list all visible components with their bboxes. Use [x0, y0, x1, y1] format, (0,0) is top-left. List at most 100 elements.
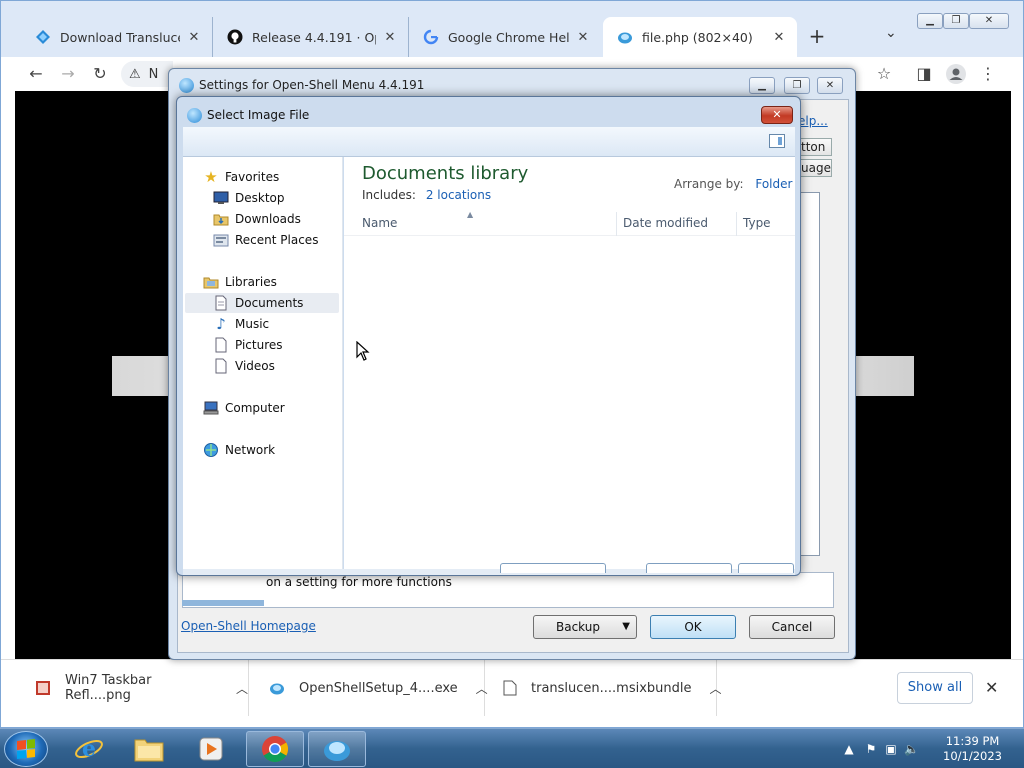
- arrange-dropdown[interactable]: Folder: [755, 177, 792, 191]
- minimize-button[interactable]: ▁: [749, 77, 775, 94]
- cancel-dialog-button[interactable]: [738, 563, 794, 573]
- nav-downloads[interactable]: Downloads: [213, 209, 301, 229]
- openshell-icon: [187, 108, 202, 123]
- minimize-button[interactable]: ▁: [917, 13, 943, 29]
- tab-label: file.php (802×40): [642, 29, 753, 45]
- help-link[interactable]: elp...: [798, 114, 828, 128]
- taskbar-media-player[interactable]: [182, 731, 240, 767]
- tab-github-release[interactable]: Release 4.4.191 · Open-Shell ✕: [213, 17, 409, 57]
- tab-chrome-help[interactable]: Google Chrome Help ✕: [409, 17, 601, 57]
- nav-network[interactable]: Network: [203, 440, 275, 460]
- omnibox-text: N: [148, 66, 159, 82]
- desktop-icon: [213, 190, 229, 206]
- sort-caret-icon: ▲: [467, 210, 474, 219]
- action-center-flag-icon[interactable]: ⚑: [864, 742, 878, 756]
- maximize-button[interactable]: ❐: [784, 77, 810, 94]
- nav-documents[interactable]: Documents: [185, 293, 339, 313]
- network-tray-icon[interactable]: ▣: [884, 742, 898, 756]
- svg-text:e: e: [82, 736, 96, 762]
- command-bar: [183, 127, 795, 157]
- button-tab[interactable]: tton: [796, 138, 832, 156]
- ok-button[interactable]: OK: [650, 615, 736, 639]
- close-icon[interactable]: ✕: [186, 30, 202, 45]
- close-window-button[interactable]: ✕: [969, 13, 1009, 29]
- menu-kebab-icon[interactable]: ⋮: [977, 63, 999, 85]
- column-type[interactable]: Type: [743, 216, 771, 230]
- column-divider[interactable]: [616, 212, 617, 236]
- close-button[interactable]: ✕: [817, 77, 843, 94]
- folder-icon: [134, 739, 164, 762]
- locations-link[interactable]: 2 locations: [426, 188, 491, 202]
- preview-pane-icon[interactable]: [769, 134, 785, 148]
- media-player-icon: [199, 737, 223, 761]
- google-icon: [423, 29, 439, 45]
- tab-translucenttb[interactable]: Download TranslucentTB ✕: [21, 17, 213, 57]
- system-tray: ▲ ⚑ ▣ 🔈 11:39 PM 10/1/2023: [834, 729, 1024, 768]
- cancel-button[interactable]: Cancel: [749, 615, 835, 639]
- column-date-modified[interactable]: Date modified: [623, 216, 708, 230]
- taskbar-internet-explorer[interactable]: e: [60, 731, 118, 767]
- tab-file-php[interactable]: file.php (802×40) ✕: [603, 17, 797, 57]
- github-icon: [227, 29, 243, 45]
- hint-text: on a setting for more functions: [266, 575, 452, 589]
- nav-music[interactable]: ♪ Music: [213, 314, 269, 334]
- nav-favorites[interactable]: ★ Favorites: [203, 167, 279, 187]
- new-tab-button[interactable]: +: [805, 25, 829, 49]
- start-button[interactable]: [4, 731, 48, 767]
- pictures-icon: [213, 337, 229, 353]
- library-title: Documents library: [362, 163, 529, 184]
- openshell-icon: [617, 29, 633, 45]
- taskbar-explorer[interactable]: [120, 731, 178, 767]
- clock[interactable]: 11:39 PM 10/1/2023: [943, 734, 1002, 764]
- nav-desktop[interactable]: Desktop: [213, 188, 285, 208]
- close-icon[interactable]: ✕: [575, 30, 591, 45]
- forward-arrow-icon[interactable]: →: [57, 63, 79, 85]
- file-type-dropdown[interactable]: [500, 563, 606, 573]
- nav-computer[interactable]: Computer: [203, 398, 285, 418]
- tab-label: Download TranslucentTB: [60, 29, 180, 45]
- image-file-icon: [35, 680, 51, 696]
- nav-label: Network: [225, 443, 276, 457]
- nav-pictures[interactable]: Pictures: [213, 335, 283, 355]
- tab-search-chevron-icon[interactable]: ⌄: [885, 25, 897, 41]
- column-divider[interactable]: [736, 212, 737, 236]
- omnibox[interactable]: ⚠ N: [121, 61, 173, 87]
- download-item-msixbundle[interactable]: translucen....msixbundle ︿: [489, 660, 722, 716]
- language-tab[interactable]: uage: [796, 159, 832, 177]
- homepage-link[interactable]: Open-Shell Homepage: [181, 619, 316, 633]
- open-button[interactable]: [646, 563, 732, 573]
- reload-icon[interactable]: ↻: [89, 63, 111, 85]
- close-icon[interactable]: ✕: [771, 30, 787, 45]
- dialog-title: Select Image File: [207, 108, 310, 122]
- volume-icon[interactable]: 🔈: [904, 742, 919, 756]
- nav-label: Music: [235, 317, 270, 331]
- chevron-up-icon[interactable]: ︿: [710, 680, 722, 697]
- download-item-png[interactable]: Win7 Taskbar Refl....png ︿: [21, 660, 249, 716]
- column-name[interactable]: Name: [362, 216, 397, 230]
- star-icon: ★: [204, 168, 218, 186]
- nav-videos[interactable]: Videos: [213, 356, 275, 376]
- taskbar-openshell[interactable]: [308, 731, 366, 767]
- nav-libraries[interactable]: Libraries: [203, 272, 277, 292]
- openshell-icon: [179, 78, 194, 93]
- download-item-exe[interactable]: OpenShellSetup_4....exe ︿: [255, 660, 488, 716]
- profile-avatar-icon[interactable]: [945, 63, 967, 85]
- close-icon[interactable]: ✕: [382, 30, 398, 45]
- nav-recent-places[interactable]: Recent Places: [213, 230, 318, 250]
- documents-icon: [213, 295, 229, 311]
- show-all-button[interactable]: Show all: [897, 672, 973, 704]
- file-list-pane: Documents library Includes: 2 locations …: [344, 157, 795, 569]
- bookmark-star-icon[interactable]: ☆: [873, 63, 895, 85]
- chevron-up-icon[interactable]: ︿: [236, 680, 248, 697]
- close-icon[interactable]: ✕: [985, 678, 998, 697]
- chevron-up-icon[interactable]: ︿: [476, 680, 488, 697]
- taskbar-chrome[interactable]: [246, 731, 304, 767]
- close-button[interactable]: ✕: [761, 106, 793, 124]
- chevron-up-icon[interactable]: ▲: [842, 742, 856, 756]
- window-title: Settings for Open-Shell Menu 4.4.191: [199, 78, 425, 92]
- side-panel-icon[interactable]: ◨: [913, 63, 935, 85]
- backup-button[interactable]: Backup ▼: [533, 615, 637, 639]
- dropdown-arrow-icon[interactable]: ▼: [800, 181, 801, 190]
- back-arrow-icon[interactable]: ←: [25, 63, 47, 85]
- maximize-button[interactable]: ❐: [943, 13, 969, 29]
